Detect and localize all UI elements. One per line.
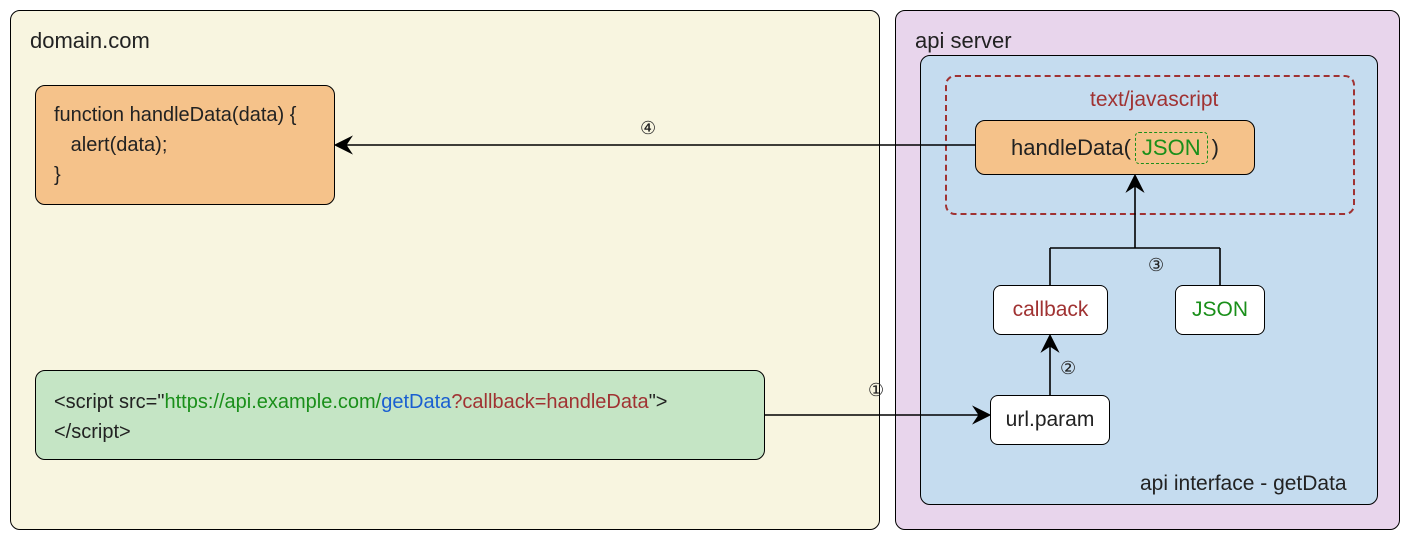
arrows-layer [0, 0, 1410, 540]
jsonp-diagram: domain.com function handleData(data) { a… [0, 0, 1410, 540]
